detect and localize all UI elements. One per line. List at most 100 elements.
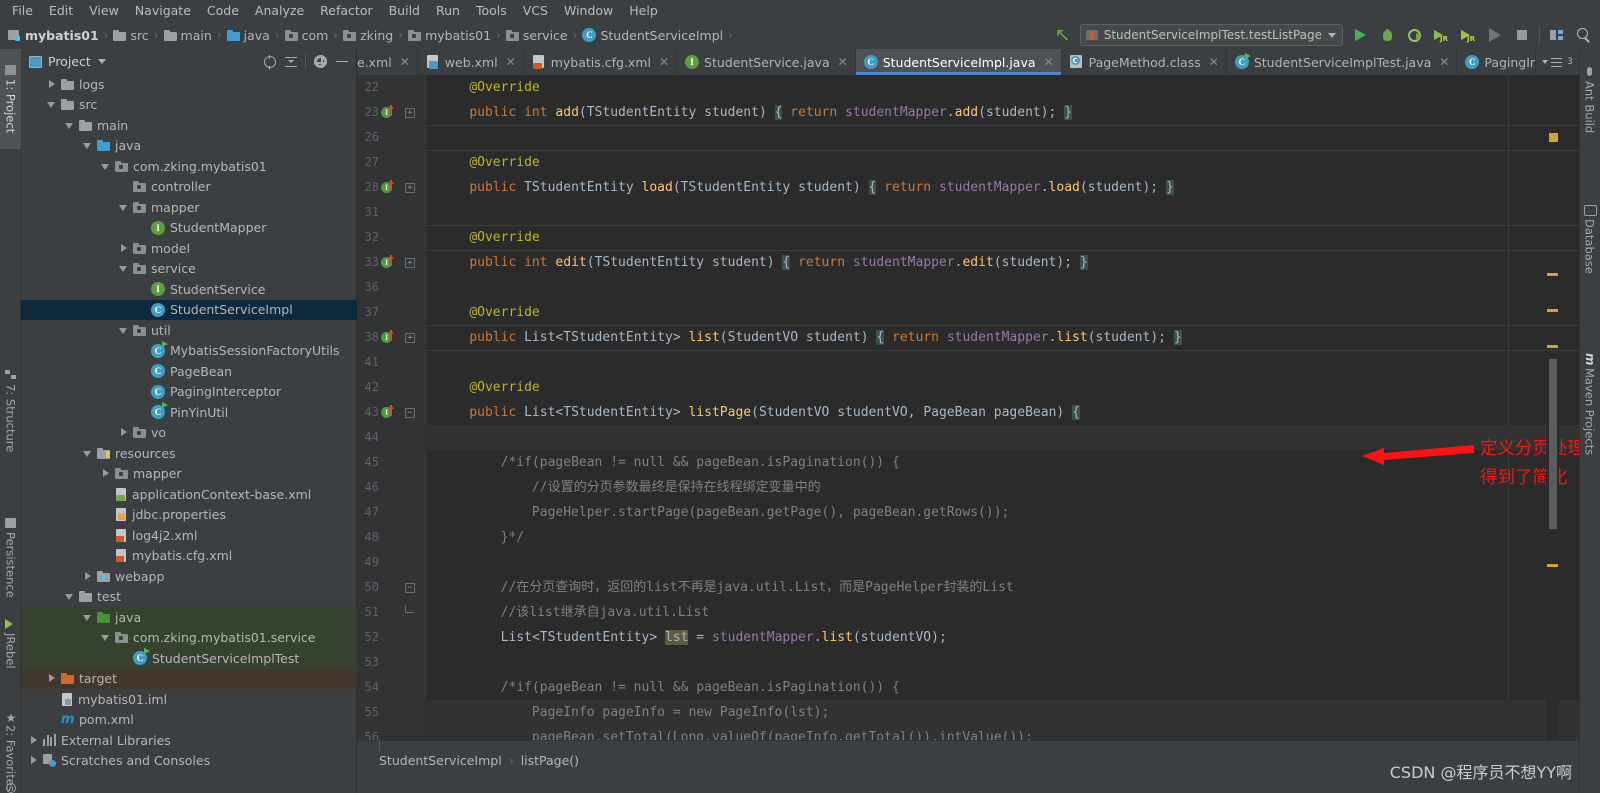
code-fold-expand-icon[interactable]: + [405,108,415,118]
gutter-row[interactable]: 47 [357,500,425,525]
code-line-54[interactable]: /*if(pageBean != null && pageBean.isPagi… [425,675,1579,700]
breadcrumb-item-main[interactable]: main [162,28,214,43]
editor-gutter[interactable]: 22 23 I +26 27 28 I +31 32 33 I +36 37 38 I +41 42 43 I −44… [357,75,425,767]
gutter-row[interactable]: 41 [357,350,425,375]
code-line-36[interactable] [425,275,1579,300]
code-line-42[interactable]: @Override [425,375,1579,400]
code-fold-collapse-icon[interactable]: − [405,583,415,593]
close-icon[interactable]: ✕ [1439,55,1449,69]
gutter-row[interactable]: 27 [357,150,425,175]
project-tree-node-service[interactable]: service [21,259,357,280]
settings-button[interactable] [310,51,331,72]
breadcrumb-item-mybatis01[interactable]: mybatis01 [6,28,101,43]
editor-tab-web-xml[interactable]: web.xml ✕ [417,49,524,75]
code-fold-expand-icon[interactable]: + [405,333,415,343]
chevron-down-icon[interactable] [101,633,110,642]
close-icon[interactable]: ✕ [1044,55,1054,69]
code-line-43[interactable]: public List<TStudentEntity> listPage(Stu… [425,400,1579,425]
change-marker[interactable] [1547,345,1558,348]
project-tree-node-studentmapper[interactable]: I StudentMapper [21,218,357,239]
breadcrumb-item-com[interactable]: com [283,28,331,43]
breadcrumb-item-src[interactable]: src [111,28,150,43]
gutter-row[interactable]: 31 [357,200,425,225]
project-structure-button[interactable] [1547,25,1567,45]
menu-item-file[interactable]: File [4,1,41,20]
breadcrumb-item-java[interactable]: java [225,28,272,43]
implements-method-gutter-icon[interactable]: I [381,105,393,119]
chevron-right-icon[interactable] [29,756,38,765]
gutter-row[interactable]: 33 I + [357,250,425,275]
chevron-right-icon[interactable] [119,428,128,437]
project-tree-node-mybatissessionfactoryutils[interactable]: C MybatisSessionFactoryUtils [21,340,357,362]
scroll-from-source-button[interactable] [259,51,280,72]
chevron-right-icon[interactable] [29,735,38,745]
back-arrow-icon[interactable]: ↖ [1053,25,1073,45]
chevron-right-icon[interactable] [119,243,128,253]
chevron-down-icon[interactable] [47,100,56,109]
tool-window-tab-database[interactable]: Database [1579,197,1600,282]
gutter-row[interactable]: 55 [357,700,425,725]
chevron-down-icon[interactable] [65,592,74,601]
tool-window-tab-7-structure[interactable]: 7: Structure [0,354,21,469]
chevron-right-icon[interactable] [47,79,56,89]
menu-item-refactor[interactable]: Refactor [312,1,380,20]
editor-vertical-scrollbar[interactable] [1549,359,1557,529]
tool-window-tab-maven-projects[interactable]: m Maven Projects [1579,339,1600,469]
editor-scrollbar-gutter[interactable] [1546,101,1559,767]
project-tree-node-scratches-and-consoles[interactable]: Scratches and Consoles [21,751,357,772]
code-line-37[interactable]: @Override [425,300,1579,325]
project-tree-node-log4j2-xml[interactable]: log4j2.xml [21,525,357,546]
menu-item-window[interactable]: Window [556,1,621,20]
chevron-down-icon[interactable] [119,203,128,212]
code-line-49[interactable] [425,550,1579,575]
code-fold-end-icon[interactable] [405,605,414,613]
project-tree-node-webapp[interactable]: webapp [21,566,357,587]
project-tree-node-java[interactable]: java [21,136,357,157]
gutter-row[interactable]: 51 [357,600,425,625]
code-fold-expand-icon[interactable]: + [405,258,415,268]
project-tree-node-com-zking-mybatis01-service[interactable]: com.zking.mybatis01.service [21,627,357,648]
project-tree-node-controller[interactable]: controller [21,177,357,198]
tool-window-tab-ant-build[interactable]: Ant Build [1579,53,1600,145]
editor-tabs-overflow[interactable]: 3 [1535,49,1579,75]
run-coverage-button[interactable] [1404,25,1424,45]
chevron-right-icon[interactable] [47,674,56,683]
project-tree-node-mapper[interactable]: mapper [21,197,357,218]
project-tree-node-test[interactable]: test [21,587,357,608]
close-icon[interactable]: ✕ [659,55,669,69]
attach-profiler-button[interactable] [1485,25,1505,45]
status-breadcrumb-item[interactable]: listPage() [521,753,579,768]
project-tree-node-mybatis-cfg-xml[interactable]: mybatis.cfg.xml [21,546,357,567]
run-configuration-selector[interactable]: StudentServiceImplTest.testListPage [1079,24,1343,46]
chevron-down-icon[interactable] [119,326,128,335]
menu-item-tools[interactable]: Tools [468,1,515,20]
change-marker[interactable] [1547,309,1558,312]
gutter-row[interactable]: 38 I + [357,325,425,350]
gutter-row[interactable]: 49 [357,550,425,575]
close-icon[interactable]: ✕ [838,55,848,69]
close-icon[interactable]: ✕ [400,55,410,69]
code-line-47[interactable]: PageHelper.startPage(pageBean.getPage(),… [425,500,1579,525]
search-everywhere-button[interactable] [1574,25,1594,45]
status-breadcrumb-item[interactable]: StudentServiceImpl [379,753,502,768]
jrebel-run-button[interactable]: JR [1431,25,1451,45]
code-line-46[interactable]: //设置的分页参数最终是保持在线程绑定变量中的 [425,475,1579,500]
gutter-row[interactable]: 37 [357,300,425,325]
code-line-48[interactable]: }*/ [425,525,1579,550]
change-marker[interactable] [1547,273,1558,276]
code-line-28[interactable]: public TStudentEntity load(TStudentEntit… [425,175,1579,200]
hide-panel-button[interactable] [331,51,352,72]
code-line-23[interactable]: public int add(TStudentEntity student) {… [425,100,1579,125]
gutter-row[interactable]: 32 [357,225,425,250]
gutter-row[interactable]: 22 [357,75,425,100]
project-tree-node-applicationcontext-base-xml[interactable]: applicationContext-base.xml [21,484,357,505]
chevron-right-icon[interactable] [83,571,92,581]
tool-window-tab-persistence[interactable]: Persistence [0,504,21,612]
code-line-55[interactable]: PageInfo pageInfo = new PageInfo(lst); [425,700,1579,725]
project-tree-node-main[interactable]: main [21,115,357,136]
code-fold-expand-icon[interactable]: + [405,183,415,193]
menu-item-build[interactable]: Build [381,1,428,20]
project-tree-node-pagebean[interactable]: C PageBean [21,361,357,382]
code-line-33[interactable]: public int edit(TStudentEntity student) … [425,250,1579,275]
project-tree-node-src[interactable]: src [21,95,357,116]
